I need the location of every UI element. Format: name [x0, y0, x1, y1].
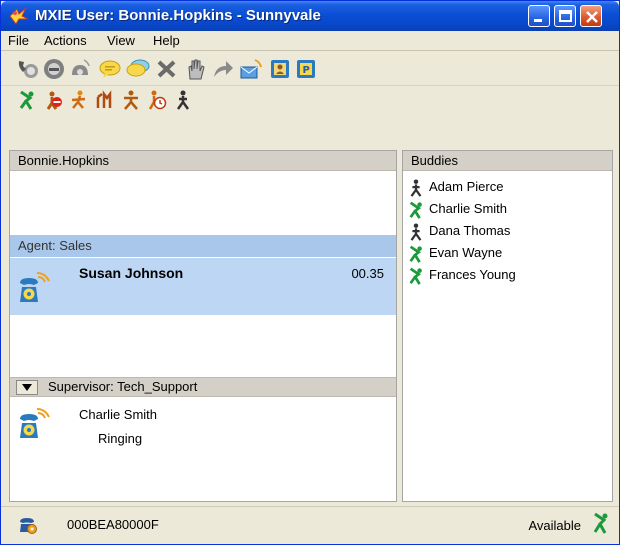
actions-toolbar: P	[1, 52, 619, 86]
buddy-name: Dana Thomas	[429, 223, 511, 238]
phone-settings-icon[interactable]	[18, 515, 38, 535]
timed-away-icon[interactable]	[147, 90, 167, 110]
menu-file[interactable]: File	[8, 33, 29, 48]
menu-actions[interactable]: Actions	[44, 33, 87, 48]
mxie-window: MXIE User: Bonnie.Hopkins - Sunnyvale Fi…	[0, 0, 620, 545]
available-icon	[409, 201, 422, 219]
buddies-pane: Buddies Adam Pierce Charlie Smith Dana T…	[402, 150, 613, 502]
available-icon	[409, 267, 422, 285]
buddy-item[interactable]: Charlie Smith	[407, 200, 607, 220]
presence-toolbar	[1, 87, 619, 113]
close-icon	[586, 11, 598, 23]
close-button[interactable]	[580, 5, 602, 27]
supervisor-caller-name[interactable]: Charlie Smith	[79, 407, 157, 422]
available-icon[interactable]	[17, 90, 37, 110]
user-panel-header: Bonnie.Hopkins	[10, 151, 396, 171]
buddy-name: Evan Wayne	[429, 245, 503, 260]
collapse-button[interactable]	[16, 380, 38, 395]
supervisor-queue-header[interactable]: Supervisor: Tech_Support	[10, 377, 396, 397]
device-id: 000BEA80000F	[67, 517, 159, 532]
title-bar[interactable]: MXIE User: Bonnie.Hopkins - Sunnyvale	[1, 1, 619, 31]
minimize-icon	[534, 19, 542, 22]
minimize-button[interactable]	[528, 5, 550, 27]
supervisor-queue-label: Supervisor: Tech_Support	[48, 379, 198, 394]
triangle-down-icon	[22, 384, 32, 391]
buddy-name: Adam Pierce	[429, 179, 504, 194]
buddy-item[interactable]: Dana Thomas	[407, 222, 607, 242]
menu-view[interactable]: View	[107, 33, 135, 48]
maximize-button[interactable]	[554, 5, 576, 27]
mxie-app-icon	[9, 7, 29, 25]
meeting-icon[interactable]	[95, 90, 115, 110]
supervisor-call-status: Ringing	[98, 431, 143, 446]
offline-icon	[410, 179, 422, 197]
do-not-disturb-icon[interactable]	[43, 90, 63, 110]
maximize-icon	[559, 10, 572, 22]
call-duration: 00.35	[351, 266, 384, 281]
buddy-name: Frances Young	[429, 267, 516, 282]
calls-pane: Bonnie.Hopkins Agent: Sales Susan Johnso…	[9, 150, 397, 502]
hang-up-icon[interactable]	[155, 57, 179, 81]
menu-bar: File Actions View Help	[1, 31, 619, 51]
phone-ringing-icon	[20, 408, 50, 438]
active-call-row[interactable]: Susan Johnson 00.35	[10, 258, 396, 315]
chat-bubble-icon[interactable]	[98, 57, 122, 81]
available-icon	[409, 245, 422, 263]
agent-queue-header[interactable]: Agent: Sales	[10, 235, 396, 257]
buddy-name: Charlie Smith	[429, 201, 508, 216]
buddy-item[interactable]: Frances Young	[407, 266, 607, 286]
status-bar: 000BEA80000F Available	[1, 506, 619, 544]
park-icon[interactable]: P	[294, 57, 318, 81]
email-icon[interactable]	[239, 57, 263, 81]
voicemail-icon[interactable]	[42, 57, 66, 81]
active-caller-name: Susan Johnson	[79, 265, 184, 281]
transfer-arrow-icon[interactable]	[211, 57, 235, 81]
buddies-header: Buddies	[403, 151, 612, 171]
available-icon[interactable]	[591, 512, 611, 534]
away-icon[interactable]	[69, 90, 89, 110]
presence-status[interactable]: Available	[528, 518, 581, 533]
hold-hand-icon[interactable]	[183, 57, 207, 81]
window-title: MXIE User: Bonnie.Hopkins - Sunnyvale	[35, 7, 321, 24]
contacts-card-icon[interactable]	[268, 57, 292, 81]
phone-ringing-icon	[20, 272, 50, 302]
svg-text:P: P	[303, 65, 310, 76]
group-chat-icon[interactable]	[126, 57, 150, 81]
buddy-item[interactable]: Evan Wayne	[407, 244, 607, 264]
call-device-icon[interactable]	[68, 57, 92, 81]
offline-icon	[410, 223, 422, 241]
menu-help[interactable]: Help	[153, 33, 180, 48]
offline-icon[interactable]	[173, 90, 193, 110]
busy-icon[interactable]	[121, 90, 141, 110]
phone-handset-icon[interactable]	[16, 57, 40, 81]
buddy-item[interactable]: Adam Pierce	[407, 178, 607, 198]
